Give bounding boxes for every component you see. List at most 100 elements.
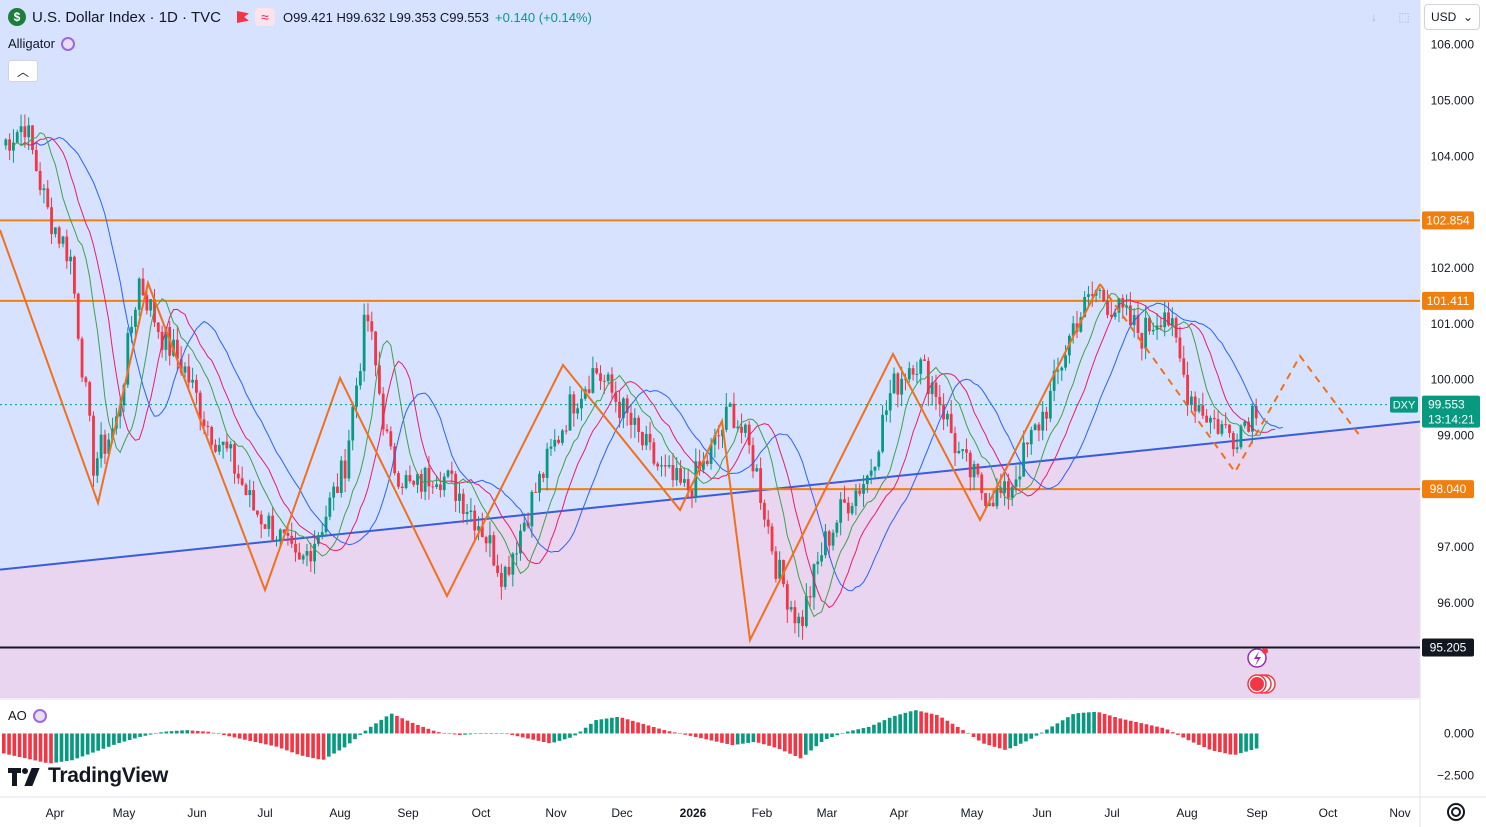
price-tick-label: 104.000 — [1431, 149, 1475, 163]
ao-bar — [882, 720, 887, 734]
brand-name: TradingView — [48, 764, 169, 787]
ao-bar — [1039, 732, 1044, 734]
candle-body — [130, 326, 134, 334]
ao-bar — [400, 718, 405, 734]
currency-select[interactable]: USD ⌄ — [1424, 4, 1480, 30]
ao-bar — [379, 719, 384, 734]
candle-body — [580, 398, 583, 409]
candle-body — [797, 616, 801, 624]
candle-body — [755, 468, 759, 472]
ao-bar — [662, 730, 667, 734]
time-tick-label: Nov — [1389, 806, 1410, 820]
ao-bar — [520, 733, 525, 738]
alligator-label: Alligator — [8, 36, 55, 51]
ao-bar — [452, 733, 457, 735]
candle-body — [587, 389, 591, 393]
ao-bar — [552, 733, 557, 743]
ao-bar — [1139, 723, 1144, 734]
ao-bar — [410, 722, 415, 734]
ao-bar — [678, 733, 682, 734]
ao-bar — [96, 733, 100, 751]
candle-body — [343, 460, 347, 479]
ao-bar — [1228, 733, 1233, 755]
candle-body — [602, 380, 606, 382]
candle-body — [961, 449, 965, 451]
ao-bar — [59, 733, 64, 762]
ao-bar — [43, 733, 48, 763]
ao-bar — [1055, 723, 1060, 734]
time-tick-label: Jun — [1032, 806, 1051, 820]
ao-bar — [478, 733, 483, 734]
ao-bar — [746, 733, 750, 743]
candle-body — [827, 531, 831, 546]
ao-bar — [49, 733, 53, 764]
candle-body — [484, 537, 488, 544]
ao-bar — [541, 733, 546, 743]
candle-body — [4, 139, 8, 146]
candle-body — [671, 465, 675, 481]
time-tick-label: Sep — [1246, 806, 1268, 820]
ao-bar — [316, 733, 321, 760]
chart-title[interactable]: U.S. Dollar Index · 1D · TVC — [32, 9, 221, 26]
ao-bar — [851, 730, 855, 734]
level-label: 101.411 — [1427, 294, 1470, 308]
ao-bar — [914, 710, 918, 734]
ao-bar — [1186, 733, 1191, 741]
candle-body — [991, 502, 995, 507]
ao-bar — [1134, 721, 1138, 734]
ao-bar — [982, 733, 986, 744]
ao-bar — [646, 725, 651, 734]
price-tick-label: 105.000 — [1431, 94, 1475, 108]
ao-legend[interactable]: AO — [8, 708, 47, 723]
ao-bar — [421, 726, 425, 734]
ao-bar — [1155, 726, 1159, 734]
ao-bar — [1181, 733, 1186, 738]
ao-bar — [122, 733, 127, 742]
tradingview-logo[interactable]: TradingView — [8, 764, 168, 788]
candle-body — [145, 295, 149, 311]
ao-bar — [174, 730, 179, 734]
candle-body — [240, 478, 244, 485]
candle-body — [259, 514, 263, 525]
download-icon[interactable]: ↓ — [1366, 10, 1382, 24]
ao-bar — [279, 733, 284, 749]
candle-body — [488, 535, 492, 544]
ao-bar — [243, 733, 247, 740]
candle-body — [717, 435, 721, 437]
ao-bar — [709, 733, 714, 741]
candle-body — [835, 522, 839, 533]
candle-body — [1201, 405, 1205, 416]
chart-canvas[interactable]: 106.000 105.000 104.000 102.000 101.000 100.0… — [0, 0, 1486, 827]
ao-bar — [389, 713, 394, 734]
price-tick-label: 99.000 — [1437, 429, 1474, 443]
candle-body — [366, 314, 370, 322]
ao-bar — [106, 733, 111, 747]
collapse-legend-button[interactable]: ︿ — [8, 60, 38, 82]
ao-bar — [1087, 712, 1091, 734]
candle-body — [1209, 417, 1212, 423]
ao-bar — [976, 733, 981, 741]
candle-body — [801, 616, 804, 627]
ao-bar — [38, 733, 43, 762]
ao-bar — [919, 711, 923, 734]
candle-body — [385, 429, 389, 432]
candle-body — [759, 468, 763, 503]
ao-bar — [1045, 729, 1049, 734]
flag-icon[interactable] — [236, 11, 249, 23]
candle-body — [980, 474, 984, 494]
ao-bar — [368, 726, 373, 734]
candle-body — [1189, 396, 1193, 406]
ao-bar — [342, 733, 347, 748]
ao-bar — [285, 733, 289, 751]
fullscreen-icon[interactable]: ⬚ — [1396, 10, 1412, 24]
ao-bar — [54, 733, 59, 763]
level-label: 95.205 — [1430, 640, 1467, 654]
candle-body — [1193, 396, 1197, 412]
ao-bar — [1176, 733, 1180, 735]
candle-body — [946, 413, 949, 420]
candle-body — [92, 415, 95, 476]
gear-icon[interactable] — [1447, 803, 1465, 821]
ao-bar — [1081, 712, 1086, 734]
alligator-legend[interactable]: Alligator — [8, 36, 75, 51]
compare-wave-icon[interactable]: ≈ — [254, 8, 275, 26]
